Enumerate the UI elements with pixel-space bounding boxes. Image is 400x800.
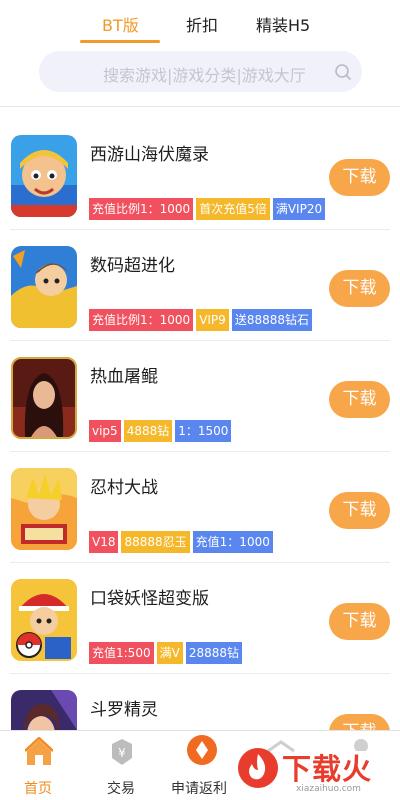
game-item[interactable]: 口袋妖怪超变版 充值1:500 满V 28888钻 下载 xyxy=(0,562,400,674)
digimon-game-icon[interactable] xyxy=(11,246,77,328)
tag-list: vip5 4888钻 1：1500 xyxy=(89,420,232,442)
tag-list: V18 88888忍玉 充值1：1000 xyxy=(89,531,273,553)
game-name[interactable]: 忍村大战 xyxy=(90,473,158,498)
tag: 满VIP20 xyxy=(272,198,326,220)
nav-label-home[interactable]: 首页 xyxy=(24,778,52,798)
game-item[interactable]: 热血屠鲲 vip5 4888钻 1：1500 下载 xyxy=(0,340,400,452)
game-name[interactable]: 数码超进化 xyxy=(90,251,175,276)
tag: 满V xyxy=(156,642,183,664)
top-tabs: BT版 折扣 精装H5 xyxy=(0,0,400,46)
search-placeholder[interactable]: 搜索游戏|游戏分类|游戏大厅 xyxy=(103,62,306,86)
watermark-url: xiazaihuo.com xyxy=(296,784,361,794)
tag: 送88888钻石 xyxy=(231,309,312,331)
game-name[interactable]: 热血屠鲲 xyxy=(90,362,158,387)
tag-list: 充值1:500 满V 28888钻 xyxy=(89,642,242,664)
tag: VIP9 xyxy=(196,309,229,331)
tab-bt[interactable]: BT版 xyxy=(102,12,139,36)
watermark-logo: 下载火 xiazaihuo.com xyxy=(234,740,400,800)
download-button[interactable]: 下载 xyxy=(329,603,390,640)
tag: 充值1：1000 xyxy=(192,531,273,553)
tag: 1：1500 xyxy=(175,420,232,442)
download-button[interactable]: 下载 xyxy=(329,492,390,529)
tag-list: 充值比例1：1000 首次充值5倍 满VIP20 xyxy=(89,198,326,220)
game-item[interactable]: 忍村大战 V18 88888忍玉 充值1：1000 下载 xyxy=(0,451,400,563)
app-root: BT版 折扣 精装H5 搜索游戏|游戏分类|游戏大厅 西游山海伏魔录 充值比例1… xyxy=(0,0,400,800)
watermark-text: 下载火 xyxy=(282,752,373,786)
active-tab-indicator xyxy=(80,40,160,43)
tag: V18 xyxy=(89,531,119,553)
tag: 28888钻 xyxy=(185,642,242,664)
tag: 充值1:500 xyxy=(89,642,154,664)
flame-logo-icon xyxy=(238,748,278,788)
nav-item-home[interactable]: 首页 xyxy=(14,731,64,800)
nav-label-trade[interactable]: 交易 xyxy=(107,778,135,798)
tab-discount[interactable]: 折扣 xyxy=(186,12,218,36)
warrior-woman-game-icon[interactable] xyxy=(11,357,77,439)
tag: 4888钻 xyxy=(123,420,173,442)
game-name[interactable]: 西游山海伏魔录 xyxy=(90,140,209,165)
tag: 充值比例1：1000 xyxy=(89,309,194,331)
svg-text:¥: ¥ xyxy=(118,746,126,760)
download-button[interactable]: 下载 xyxy=(329,270,390,307)
tag-list: 充值比例1：1000 VIP9 送88888钻石 xyxy=(89,309,312,331)
game-name[interactable]: 口袋妖怪超变版 xyxy=(90,584,209,609)
pokemon-trainer-game-icon[interactable] xyxy=(11,579,77,661)
header-divider xyxy=(0,106,400,107)
tag: 充值比例1：1000 xyxy=(89,198,194,220)
search-icon[interactable] xyxy=(333,62,353,82)
rebate-icon[interactable] xyxy=(186,734,218,766)
search-bar[interactable]: 搜索游戏|游戏分类|游戏大厅 xyxy=(39,51,362,92)
tag: 首次充值5倍 xyxy=(196,198,270,220)
trade-yen-icon[interactable]: ¥ xyxy=(111,738,133,766)
game-name[interactable]: 斗罗精灵 xyxy=(90,695,158,720)
nav-label-rebate[interactable]: 申请返利 xyxy=(171,778,227,798)
download-button[interactable]: 下载 xyxy=(329,381,390,418)
nav-item-rebate[interactable]: 申请返利 xyxy=(166,731,238,800)
home-icon[interactable] xyxy=(25,737,53,767)
tab-h5[interactable]: 精装H5 xyxy=(256,12,310,36)
game-item[interactable]: 数码超进化 充值比例1：1000 VIP9 送88888钻石 下载 xyxy=(0,229,400,341)
game-item[interactable]: 西游山海伏魔录 充值比例1：1000 首次充值5倍 满VIP20 下载 xyxy=(0,118,400,230)
tag: 88888忍玉 xyxy=(121,531,190,553)
download-button[interactable]: 下载 xyxy=(329,159,390,196)
tag: vip5 xyxy=(89,420,121,442)
nav-item-trade[interactable]: ¥ 交易 xyxy=(97,731,147,800)
ninja-game-icon[interactable] xyxy=(11,468,77,550)
monkey-king-game-icon[interactable] xyxy=(11,135,77,217)
